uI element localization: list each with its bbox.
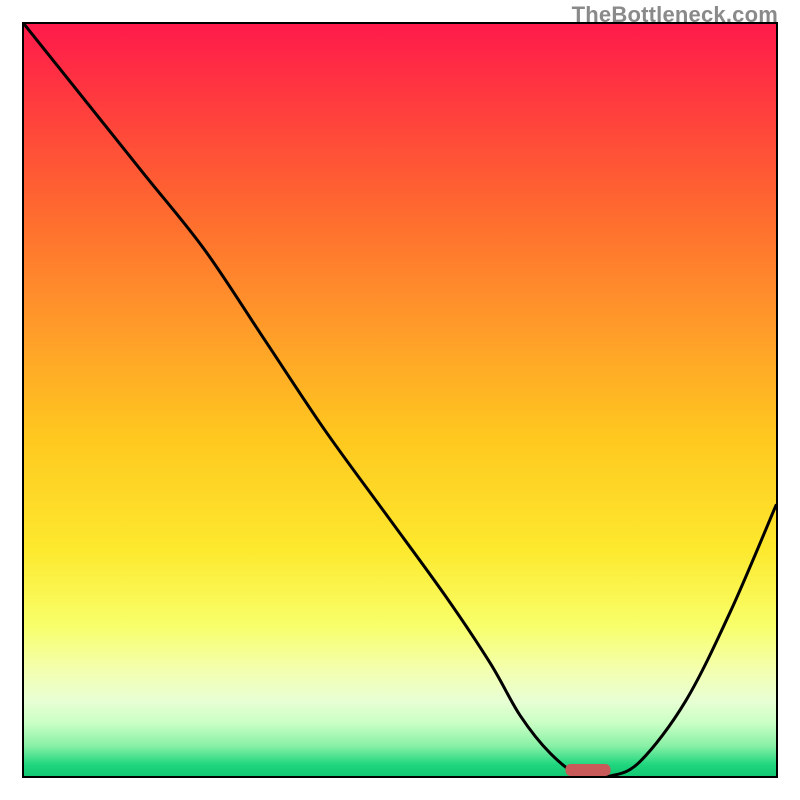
- bottleneck-curve: [24, 24, 776, 776]
- chart-overlay: [24, 24, 776, 776]
- optimal-marker: [565, 764, 610, 776]
- chart-frame: [22, 22, 778, 778]
